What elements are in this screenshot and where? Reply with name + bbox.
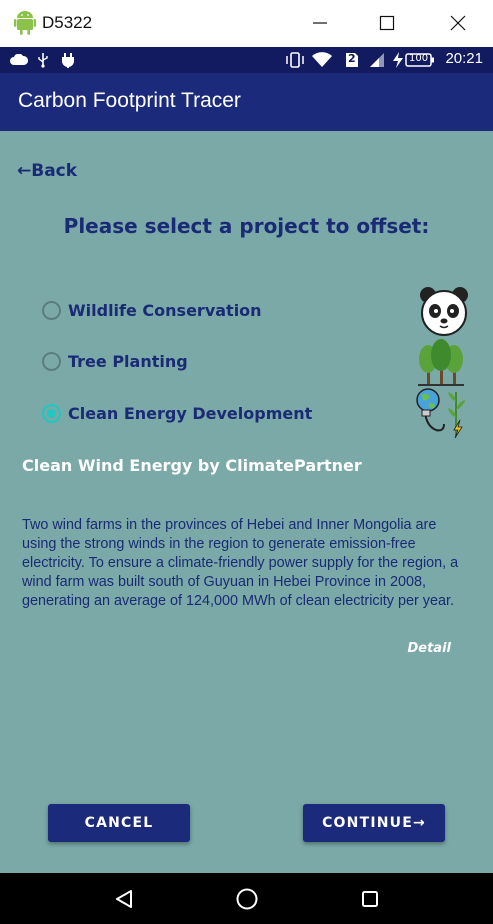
nav-back-button[interactable] [111, 886, 137, 912]
sim-badge: 2 [345, 52, 359, 68]
back-triangle-icon [116, 890, 132, 908]
maximize-button[interactable] [364, 6, 410, 40]
minimize-button[interactable] [297, 6, 343, 40]
cloud-icon [10, 52, 28, 68]
maximize-icon [379, 15, 395, 31]
vibrate-icon [285, 52, 305, 68]
plug-icon [61, 52, 75, 68]
navigation-bar [0, 873, 493, 924]
option-clean-energy-development[interactable]: Clean Energy Development [42, 399, 312, 427]
battery-charging-icon [392, 52, 404, 68]
minimize-icon [313, 22, 327, 24]
android-icon [14, 11, 36, 35]
radio-button-selected[interactable] [42, 403, 61, 423]
option-label: Clean Energy Development [68, 403, 313, 423]
radio-button[interactable] [42, 300, 61, 320]
app-bar: Carbon Footprint Tracer [0, 73, 493, 131]
page-heading: Please select a project to offset: [63, 214, 430, 238]
recents-square-icon [362, 891, 378, 907]
continue-button[interactable]: CONTINUE→ [303, 804, 445, 842]
panda-icon [420, 287, 468, 336]
usb-icon [37, 52, 49, 68]
back-link[interactable]: ←Back [17, 161, 77, 181]
close-button[interactable] [435, 6, 481, 40]
nav-home-button[interactable] [234, 886, 260, 912]
wifi-icon [312, 52, 332, 68]
trees-icon [418, 339, 464, 386]
radio-button[interactable] [42, 351, 61, 371]
status-bar: 2 100 20:21 [0, 47, 493, 73]
window-titlebar: D5322 [0, 0, 493, 47]
main-content: ←Back Please select a project to offset:… [0, 131, 493, 873]
app-title: Carbon Footprint Tracer [18, 89, 241, 112]
home-circle-icon [236, 888, 258, 910]
status-time: 20:21 [445, 50, 483, 67]
close-icon [450, 15, 466, 31]
option-label: Tree Planting [68, 351, 188, 371]
project-description: Two wind farms in the provinces of Hebei… [22, 517, 459, 609]
sim-badge-text: 2 [348, 52, 356, 65]
window-title: D5322 [42, 13, 93, 32]
option-label: Wildlife Conservation [68, 300, 262, 320]
project-title: Clean Wind Energy by ClimatePartner [22, 456, 362, 475]
nav-recents-button[interactable] [357, 886, 383, 912]
option-wildlife-conservation[interactable]: Wildlife Conservation [42, 296, 262, 324]
cancel-button[interactable]: CANCEL [48, 804, 190, 842]
battery-text: 100 [409, 53, 429, 64]
battery-level: 100 [405, 52, 435, 68]
clean-energy-icon [416, 388, 465, 439]
option-tree-planting[interactable]: Tree Planting [42, 347, 188, 375]
signal-icon [368, 52, 386, 68]
detail-link[interactable]: Detail [407, 641, 451, 656]
